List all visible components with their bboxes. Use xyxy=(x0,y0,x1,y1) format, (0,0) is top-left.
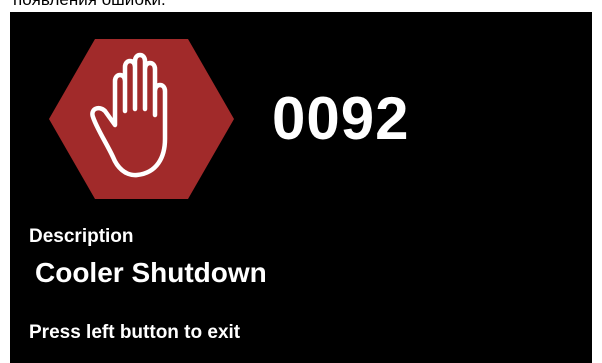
error-code: 0092 xyxy=(272,85,410,152)
caption-text: появления ошибки. xyxy=(13,0,166,10)
document-caption-strip: появления ошибки. xyxy=(0,0,602,12)
exit-hint: Press left button to exit xyxy=(29,322,241,343)
description-value: Cooler Shutdown xyxy=(35,257,267,288)
error-screen: 0092 Description Cooler Shutdown Press l… xyxy=(10,12,592,363)
stop-hand-icon xyxy=(49,39,234,199)
description-label: Description xyxy=(29,226,134,247)
